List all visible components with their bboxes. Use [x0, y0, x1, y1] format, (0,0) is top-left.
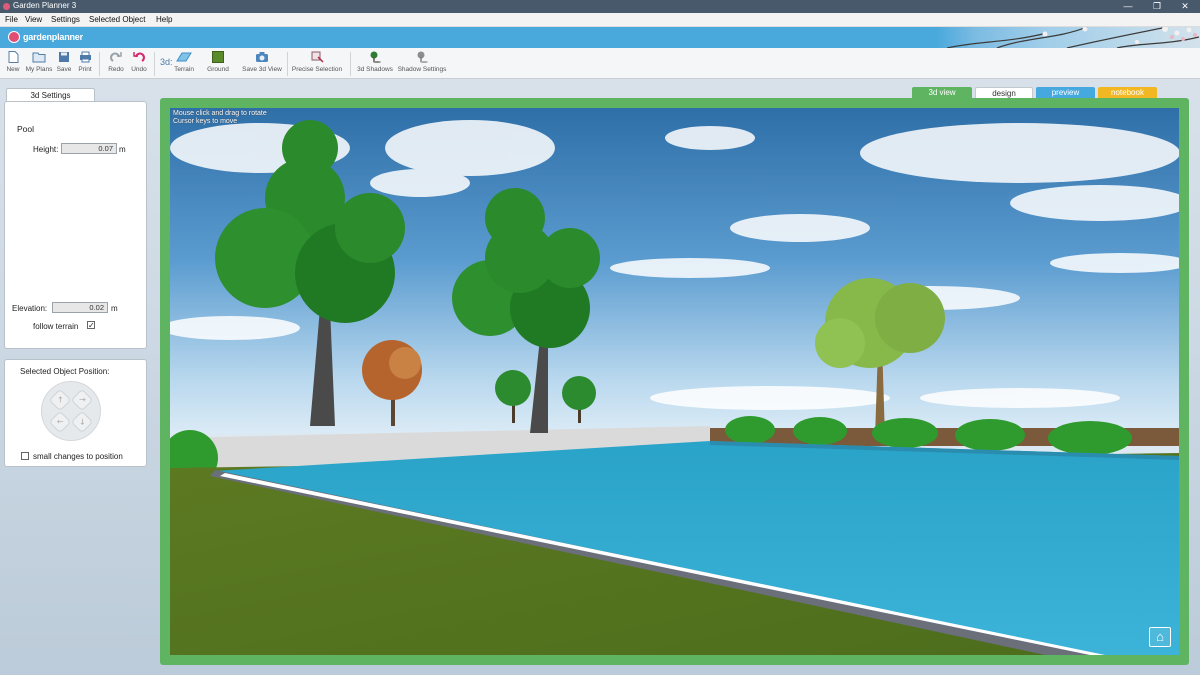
follow-terrain-label: follow terrain [33, 322, 79, 331]
viewport-hint: Mouse click and drag to rotate Cursor ke… [173, 110, 267, 126]
3d-viewport[interactable]: Mouse click and drag to rotate Cursor ke… [170, 108, 1179, 655]
app-icon [3, 3, 10, 10]
precise-selection-icon [311, 51, 324, 63]
move-up-left-button[interactable]: ↖ [48, 388, 72, 412]
redo-arrow-icon [110, 52, 122, 62]
folder-icon [32, 52, 46, 63]
tab-3d-settings[interactable]: 3d Settings [6, 88, 95, 102]
height-unit: m [119, 145, 126, 154]
small-changes-checkbox[interactable] [21, 452, 29, 460]
3d-settings-panel: Pool Height: 0.07 m Elevation: 0.02 m fo… [4, 101, 147, 349]
printer-icon [79, 51, 91, 63]
ground-button[interactable]: Ground [205, 51, 231, 73]
small-changes-label: small changes to position [33, 452, 123, 461]
print-button[interactable]: Print [76, 51, 94, 73]
my-plans-button[interactable]: My Plans [24, 51, 54, 73]
camera-icon [256, 52, 268, 62]
maximize-button[interactable]: ❐ [1142, 0, 1172, 13]
3d-shadows-button[interactable]: 3d Shadows [356, 51, 394, 73]
brand-logo-text: gardenplanner [23, 32, 83, 42]
menu-settings[interactable]: Settings [51, 15, 80, 24]
terrain-button[interactable]: Terrain [172, 51, 196, 73]
undo-button[interactable]: Undo [129, 51, 149, 73]
3d-mode-label: 3d: [160, 57, 173, 67]
move-up-right-button[interactable]: ↗ [70, 388, 94, 412]
terrain-icon [176, 52, 192, 62]
height-input[interactable]: 0.07 [61, 143, 117, 154]
shadow-settings-button[interactable]: Shadow Settings [397, 51, 447, 73]
follow-terrain-checkbox[interactable]: ✓ [87, 321, 95, 330]
toolbar-separator [287, 52, 288, 76]
toolbar-separator [350, 52, 351, 76]
floppy-disk-icon [59, 52, 69, 62]
close-button[interactable]: ✕ [1170, 0, 1200, 13]
minimize-button[interactable]: — [1113, 0, 1143, 13]
menu-file[interactable]: File [5, 15, 18, 24]
height-label: Height: [33, 145, 59, 154]
redo-button[interactable]: Redo [106, 51, 126, 73]
undo-arrow-icon [133, 52, 145, 62]
selected-object-position-panel: Selected Object Position: ↖ ↗ ↙ ↘ small … [4, 359, 147, 467]
elevation-label: Elevation: [12, 304, 48, 313]
title-bar: Garden Planner 3 — ❐ ✕ [0, 0, 1200, 13]
menu-view[interactable]: View [25, 15, 42, 24]
garden-3d-render [170, 108, 1179, 655]
save-3d-view-button[interactable]: Save 3d View [240, 51, 284, 73]
menu-bar: File View Settings Selected Object Help [0, 13, 1200, 27]
new-button[interactable]: New [4, 51, 22, 73]
tree-shadow-icon [370, 51, 381, 63]
reset-view-home-icon[interactable]: ⌂ [1149, 627, 1171, 647]
elevation-unit: m [111, 304, 118, 313]
window-title: Garden Planner 3 [13, 1, 77, 10]
menu-help[interactable]: Help [156, 15, 172, 24]
toolbar: New My Plans Save Print Redo Undo 3d: Te… [0, 48, 1200, 79]
move-down-left-button[interactable]: ↙ [48, 410, 72, 434]
precise-selection-button[interactable]: Precise Selection [291, 51, 343, 73]
menu-selected-object[interactable]: Selected Object [89, 15, 145, 24]
move-down-right-button[interactable]: ↘ [70, 410, 94, 434]
hint-move: Cursor keys to move [173, 118, 238, 125]
garden-planner-logo-icon [8, 31, 20, 43]
new-file-icon [8, 51, 18, 63]
save-button[interactable]: Save [55, 51, 73, 73]
object-name-label: Pool [17, 124, 35, 134]
toolbar-separator [154, 52, 155, 76]
elevation-input[interactable]: 0.02 [52, 302, 108, 313]
hint-rotate: Mouse click and drag to rotate [173, 110, 267, 117]
brand-bar: gardenplanner [0, 27, 1200, 48]
3d-view-frame: Mouse click and drag to rotate Cursor ke… [160, 98, 1189, 665]
shadow-settings-icon [417, 51, 428, 63]
ground-texture-icon [212, 51, 224, 63]
position-dpad: ↖ ↗ ↙ ↘ [41, 381, 101, 441]
position-panel-title: Selected Object Position: [20, 367, 110, 376]
blossom-branch-banner-image [937, 27, 1200, 48]
toolbar-separator [99, 52, 100, 76]
